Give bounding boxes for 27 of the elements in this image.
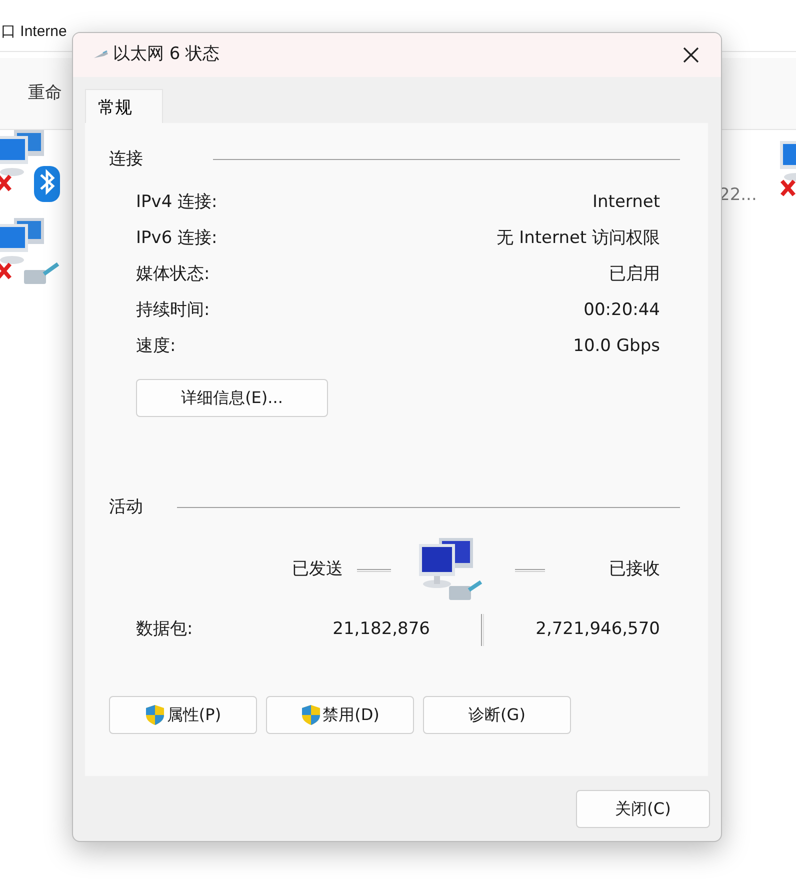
field-label: IPv4 连接: (136, 190, 218, 214)
field-value: Internet (592, 190, 660, 214)
field-label: 速度: (136, 334, 176, 358)
section-heading: 连接 (109, 148, 143, 171)
field-value: 00:20:44 (584, 298, 660, 322)
sent-label: 已发送 (292, 558, 344, 582)
received-label: 已接收 (608, 558, 661, 582)
dialog-button[interactable]: 禁用(D) (266, 696, 414, 734)
tab[interactable]: 常规 (85, 89, 163, 124)
field-label: 持续时间: (136, 298, 210, 322)
packets-label: 数据包: (136, 618, 194, 642)
cable-icon (93, 50, 109, 60)
field-label: 媒体状态: (136, 262, 210, 286)
window-title: 以太网 6 状态 (113, 43, 220, 66)
field-value: 10.0 Gbps (573, 334, 660, 358)
section-heading: 活动 (109, 496, 143, 518)
breadcrumb-item[interactable]: 口 Interne (1, 20, 67, 43)
field-label: IPv6 连接: (136, 226, 218, 250)
close-button[interactable]: 关闭(C) (576, 790, 710, 828)
field-value: 已启用 (609, 262, 660, 286)
details-button[interactable]: 详细信息(E)... (136, 378, 328, 416)
dialog-button[interactable]: 诊断(G) (423, 696, 571, 734)
rename-button[interactable]: 重命 (28, 80, 62, 106)
field-value: 无 Internet 访问权限 (496, 226, 660, 250)
sent-packets: 21,182,876 (332, 618, 430, 642)
received-packets: 2,721,946,570 (536, 618, 660, 642)
dialog-button[interactable]: 属性(P) (109, 696, 257, 734)
